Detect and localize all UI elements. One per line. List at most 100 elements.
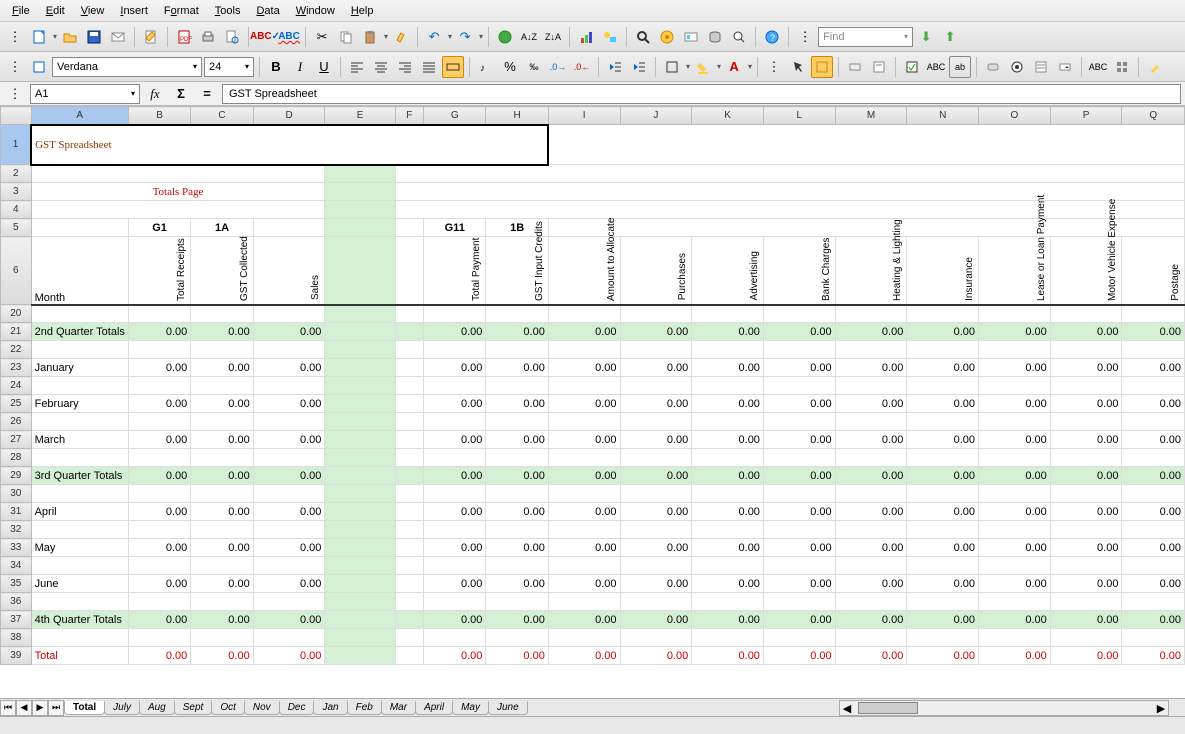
cell[interactable]: 0.00 xyxy=(835,647,907,665)
cell[interactable]: 0.00 xyxy=(424,323,486,341)
cell[interactable]: 0.00 xyxy=(763,575,835,593)
cell[interactable] xyxy=(835,305,907,323)
cell[interactable] xyxy=(979,305,1051,323)
cell[interactable] xyxy=(191,413,253,431)
cell[interactable] xyxy=(395,395,423,413)
row-header[interactable]: 36 xyxy=(1,593,32,611)
cell[interactable]: 0.00 xyxy=(424,395,486,413)
cell[interactable]: 0.00 xyxy=(692,323,764,341)
cell[interactable] xyxy=(692,557,764,575)
cell[interactable]: 0.00 xyxy=(548,503,620,521)
cell[interactable] xyxy=(1122,593,1185,611)
cell[interactable]: 0.00 xyxy=(907,359,979,377)
col-header-D[interactable]: D xyxy=(253,107,325,125)
cell[interactable]: 0.00 xyxy=(1122,323,1185,341)
cell[interactable] xyxy=(620,449,692,467)
cell[interactable]: 0.00 xyxy=(191,431,253,449)
row-header[interactable]: 29 xyxy=(1,467,32,485)
cell[interactable]: 0.00 xyxy=(620,395,692,413)
cut-button[interactable]: ✂ xyxy=(311,26,333,48)
cell[interactable] xyxy=(979,593,1051,611)
cell[interactable] xyxy=(128,485,190,503)
cell[interactable]: 0.00 xyxy=(692,611,764,629)
cell[interactable] xyxy=(325,431,395,449)
cell[interactable]: 0.00 xyxy=(486,467,548,485)
sheet-tab-april[interactable]: April xyxy=(415,701,453,715)
spreadsheet-grid[interactable]: ABCDEFGHIJKLMNOPQ 1GST Spreadsheet 2 3To… xyxy=(0,106,1185,706)
cell[interactable]: 0.00 xyxy=(835,431,907,449)
sheet-tab-sept[interactable]: Sept xyxy=(174,701,213,715)
italic-button[interactable]: I xyxy=(289,56,311,78)
cell[interactable]: 0.00 xyxy=(692,503,764,521)
cell[interactable] xyxy=(31,377,128,395)
cell[interactable]: 0.00 xyxy=(620,503,692,521)
cell[interactable]: 2nd Quarter Totals xyxy=(31,323,128,341)
cell[interactable] xyxy=(979,377,1051,395)
cell[interactable]: 0.00 xyxy=(486,395,548,413)
cell[interactable]: April xyxy=(31,503,128,521)
cell[interactable] xyxy=(979,629,1051,647)
row-header[interactable]: 27 xyxy=(1,431,32,449)
cell[interactable] xyxy=(486,305,548,323)
cell[interactable]: 0.00 xyxy=(763,359,835,377)
cell[interactable] xyxy=(395,485,423,503)
cell[interactable] xyxy=(763,521,835,539)
cell[interactable]: 0.00 xyxy=(620,611,692,629)
cell[interactable] xyxy=(128,413,190,431)
row-header[interactable]: 20 xyxy=(1,305,32,323)
cell[interactable] xyxy=(979,521,1051,539)
cell[interactable] xyxy=(191,593,253,611)
edit-doc-button[interactable] xyxy=(140,26,162,48)
control-button[interactable] xyxy=(844,56,866,78)
cell[interactable]: 0.00 xyxy=(979,395,1051,413)
print-preview-button[interactable] xyxy=(221,26,243,48)
cell[interactable]: 0.00 xyxy=(548,467,620,485)
col-header-E[interactable]: E xyxy=(325,107,395,125)
sheet-tab-nov[interactable]: Nov xyxy=(244,701,280,715)
cell[interactable] xyxy=(325,467,395,485)
cell[interactable] xyxy=(325,359,395,377)
cell[interactable] xyxy=(424,629,486,647)
cell[interactable]: 0.00 xyxy=(548,539,620,557)
new-doc-button[interactable] xyxy=(28,26,50,48)
cell[interactable]: 0.00 xyxy=(1122,611,1185,629)
cell[interactable]: 0.00 xyxy=(979,539,1051,557)
cell[interactable] xyxy=(620,593,692,611)
cell[interactable]: 0.00 xyxy=(979,611,1051,629)
select-button[interactable] xyxy=(787,56,809,78)
cell[interactable] xyxy=(763,377,835,395)
cell[interactable] xyxy=(128,521,190,539)
cell[interactable] xyxy=(31,521,128,539)
autospell-button[interactable]: ABC xyxy=(278,26,300,48)
cell[interactable]: 0.00 xyxy=(548,395,620,413)
form-button[interactable] xyxy=(868,56,890,78)
cell[interactable] xyxy=(253,413,325,431)
col-header-A[interactable]: A xyxy=(31,107,128,125)
cell[interactable]: 0.00 xyxy=(763,395,835,413)
sheet-tab-may[interactable]: May xyxy=(452,701,489,715)
cell[interactable] xyxy=(486,629,548,647)
formula-input[interactable]: GST Spreadsheet xyxy=(222,84,1181,104)
cell[interactable]: 0.00 xyxy=(128,503,190,521)
cell[interactable]: 0.00 xyxy=(548,575,620,593)
sort-asc-button[interactable]: A↓Z xyxy=(518,26,540,48)
cell[interactable] xyxy=(907,377,979,395)
cell[interactable]: 0.00 xyxy=(191,611,253,629)
cell[interactable]: 0.00 xyxy=(128,611,190,629)
cell[interactable] xyxy=(763,629,835,647)
cell[interactable]: 0.00 xyxy=(253,431,325,449)
align-center-button[interactable] xyxy=(370,56,392,78)
row-header[interactable]: 37 xyxy=(1,611,32,629)
borders-button[interactable] xyxy=(661,56,683,78)
cell[interactable]: 0.00 xyxy=(835,539,907,557)
cell[interactable] xyxy=(835,449,907,467)
col-header-M[interactable]: M xyxy=(835,107,907,125)
cell[interactable] xyxy=(763,593,835,611)
cell[interactable]: 0.00 xyxy=(128,431,190,449)
cell[interactable]: 0.00 xyxy=(763,503,835,521)
cell[interactable]: 0.00 xyxy=(835,503,907,521)
cell[interactable]: 0.00 xyxy=(253,503,325,521)
cell[interactable] xyxy=(191,341,253,359)
menu-file[interactable]: File xyxy=(4,3,38,19)
cell[interactable]: 0.00 xyxy=(763,539,835,557)
